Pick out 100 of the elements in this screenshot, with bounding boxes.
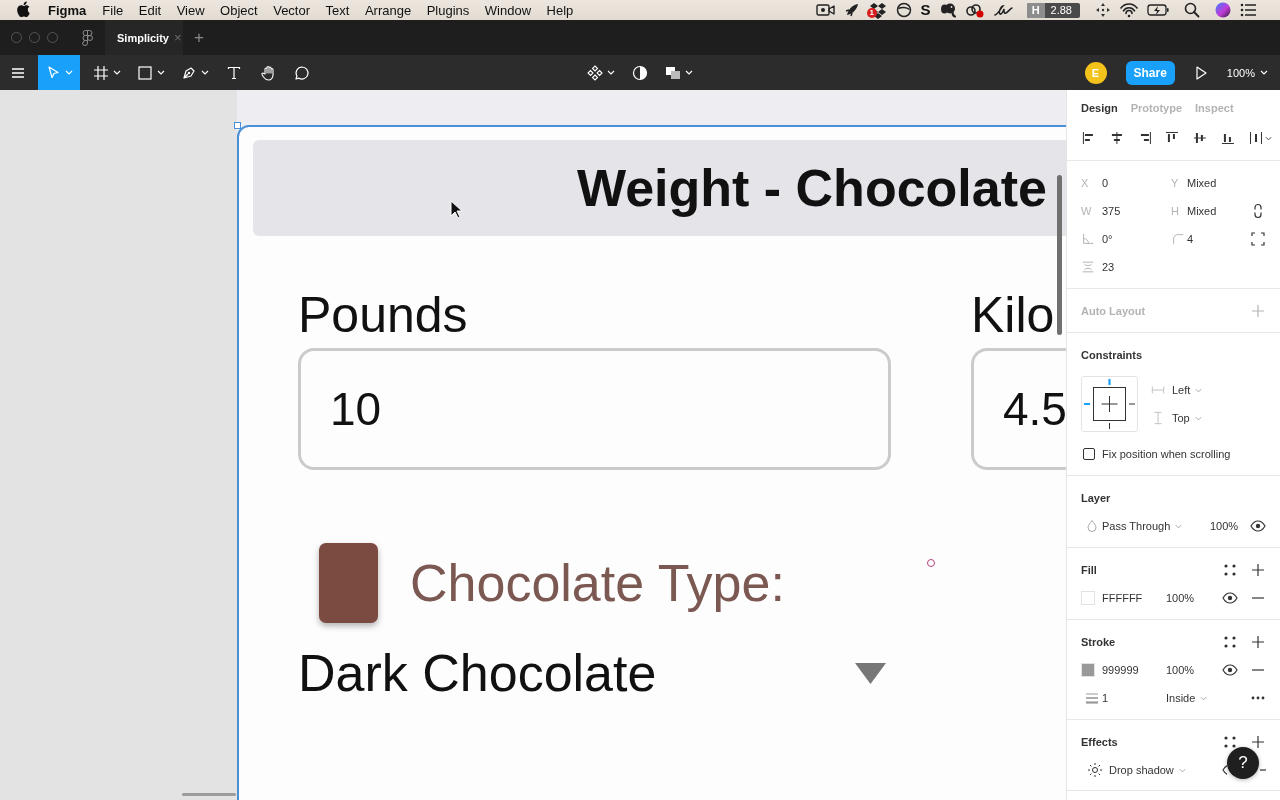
video-camera-icon[interactable] bbox=[815, 2, 835, 18]
text-tool-icon bbox=[226, 64, 242, 81]
section-title: Layer bbox=[1081, 492, 1112, 504]
caret-icon bbox=[201, 70, 209, 75]
chocolate-bar-icon bbox=[319, 543, 378, 623]
opacity-field[interactable]: 100% bbox=[1166, 592, 1195, 604]
hex-field[interactable]: FFFFFF bbox=[1102, 592, 1143, 604]
apple-icon[interactable] bbox=[17, 1, 30, 17]
value-field[interactable]: 23 bbox=[1102, 261, 1115, 273]
checkbox[interactable] bbox=[1083, 448, 1095, 460]
distribute-button[interactable] bbox=[1247, 130, 1272, 146]
new-tab-button[interactable]: + bbox=[194, 27, 204, 48]
caret-icon bbox=[1178, 767, 1186, 773]
status-meter[interactable]: H 2.88 bbox=[1026, 2, 1080, 18]
section-title: Stroke bbox=[1081, 636, 1117, 648]
search-icon[interactable] bbox=[1184, 2, 1200, 18]
select-dropdown[interactable]: Dark Chocolate bbox=[298, 647, 891, 699]
plus-icon[interactable] bbox=[1250, 634, 1266, 650]
menu-item[interactable]: Object bbox=[220, 2, 258, 18]
eye-icon[interactable] bbox=[1222, 590, 1238, 606]
value-field[interactable]: Mixed bbox=[1187, 205, 1217, 217]
file-tab[interactable]: Simplicity × bbox=[105, 20, 183, 55]
list-icon[interactable] bbox=[1240, 2, 1257, 18]
caret-icon bbox=[1260, 70, 1268, 75]
constraints-widget[interactable] bbox=[1081, 376, 1138, 432]
caret-icon bbox=[157, 70, 165, 75]
scrollbar[interactable] bbox=[182, 793, 236, 796]
plus-icon[interactable] bbox=[1250, 734, 1266, 750]
eye-icon[interactable] bbox=[1250, 518, 1266, 534]
rocket-icon[interactable] bbox=[843, 2, 860, 18]
selection-handle[interactable] bbox=[234, 122, 241, 129]
scrollbar[interactable] bbox=[1057, 175, 1062, 335]
eye-icon[interactable] bbox=[1222, 762, 1227, 778]
menu-item[interactable]: File bbox=[102, 2, 124, 18]
notification-badge: 1 bbox=[866, 8, 877, 18]
cursor-icon bbox=[450, 200, 464, 219]
caret-icon bbox=[607, 70, 615, 75]
caret-icon bbox=[1264, 135, 1272, 141]
property-label: X bbox=[1081, 177, 1090, 189]
circle-icon[interactable] bbox=[895, 2, 912, 18]
rectangle-icon bbox=[137, 64, 153, 81]
opacity-field[interactable]: 100% bbox=[1210, 520, 1239, 532]
color-swatch-icon[interactable] bbox=[1081, 663, 1095, 677]
dots-grid-icon[interactable] bbox=[1222, 634, 1238, 650]
panel-tab[interactable]: Design bbox=[1081, 102, 1118, 114]
signature-icon[interactable] bbox=[992, 2, 1014, 18]
siri-icon[interactable] bbox=[1215, 2, 1231, 18]
wifi-icon[interactable] bbox=[1120, 2, 1138, 18]
menu-item[interactable]: Window bbox=[484, 2, 532, 18]
half-circle-icon bbox=[632, 64, 648, 81]
blend-mode-dropdown[interactable]: Pass Through bbox=[1102, 520, 1183, 532]
battery-icon[interactable] bbox=[1147, 2, 1169, 18]
speech-bubble-icon bbox=[294, 64, 310, 81]
menu-item[interactable]: Edit bbox=[138, 2, 162, 18]
field-label: Pounds bbox=[298, 290, 468, 340]
property-label: W bbox=[1081, 205, 1093, 217]
opacity-field[interactable]: 100% bbox=[1166, 664, 1195, 676]
diamonds-icon bbox=[587, 64, 603, 81]
spacing-icon bbox=[1081, 260, 1095, 274]
stroke-weight-field[interactable]: 1 bbox=[1102, 692, 1109, 704]
dots-grid-icon[interactable] bbox=[1222, 562, 1238, 578]
meter-reading: 2.88 bbox=[1049, 2, 1073, 18]
constraint-dropdown[interactable]: Top bbox=[1172, 412, 1202, 424]
effect-dropdown[interactable]: Drop shadow bbox=[1109, 764, 1186, 776]
plus-icon[interactable] bbox=[1250, 562, 1266, 578]
distribute-icon bbox=[1247, 130, 1264, 146]
value-field[interactable]: 375 bbox=[1102, 205, 1121, 217]
property-label: H bbox=[1171, 205, 1180, 217]
app-menu[interactable]: Figma bbox=[48, 2, 87, 18]
stroke-position-dropdown[interactable]: Inside bbox=[1166, 692, 1208, 704]
menu-item[interactable]: Text bbox=[325, 2, 350, 18]
menu-item[interactable]: View bbox=[176, 2, 205, 18]
zoom-menu[interactable]: 100% bbox=[1222, 55, 1272, 90]
color-swatch-icon[interactable] bbox=[1081, 591, 1095, 605]
caret-icon bbox=[1175, 523, 1183, 529]
menu-item[interactable]: Vector bbox=[273, 2, 311, 18]
dots-grid-icon[interactable] bbox=[1222, 734, 1238, 750]
value-field[interactable]: Mixed bbox=[1187, 177, 1217, 189]
logo-icon[interactable] bbox=[82, 29, 93, 46]
eye-icon[interactable] bbox=[1222, 662, 1238, 678]
value-field[interactable]: 0 bbox=[1102, 177, 1109, 189]
help-button[interactable]: ? bbox=[1227, 747, 1259, 779]
checkbox-label: Fix position when scrolling bbox=[1102, 448, 1231, 460]
frame-grid-icon bbox=[93, 64, 109, 81]
corners-icon[interactable] bbox=[1250, 231, 1266, 247]
input-field[interactable]: 10 bbox=[298, 348, 891, 470]
menu-item[interactable]: Plugins bbox=[426, 2, 470, 18]
menu-item[interactable]: Help bbox=[546, 2, 574, 18]
value-field[interactable]: 0° bbox=[1102, 233, 1113, 245]
hex-field[interactable]: 999999 bbox=[1102, 664, 1139, 676]
elephant-icon[interactable] bbox=[939, 2, 956, 18]
sun-icon[interactable] bbox=[1087, 762, 1103, 778]
menu-item[interactable]: Arrange bbox=[364, 2, 412, 18]
linked-rings-icon[interactable] bbox=[964, 2, 984, 18]
move-arrows-icon[interactable] bbox=[1095, 2, 1111, 18]
constraint-dropdown[interactable]: Left bbox=[1172, 384, 1203, 396]
value-field[interactable]: 4 bbox=[1187, 233, 1194, 245]
letter-icon[interactable]: S bbox=[920, 2, 931, 18]
caret-icon bbox=[685, 70, 693, 75]
property-label: Y bbox=[1171, 177, 1180, 189]
